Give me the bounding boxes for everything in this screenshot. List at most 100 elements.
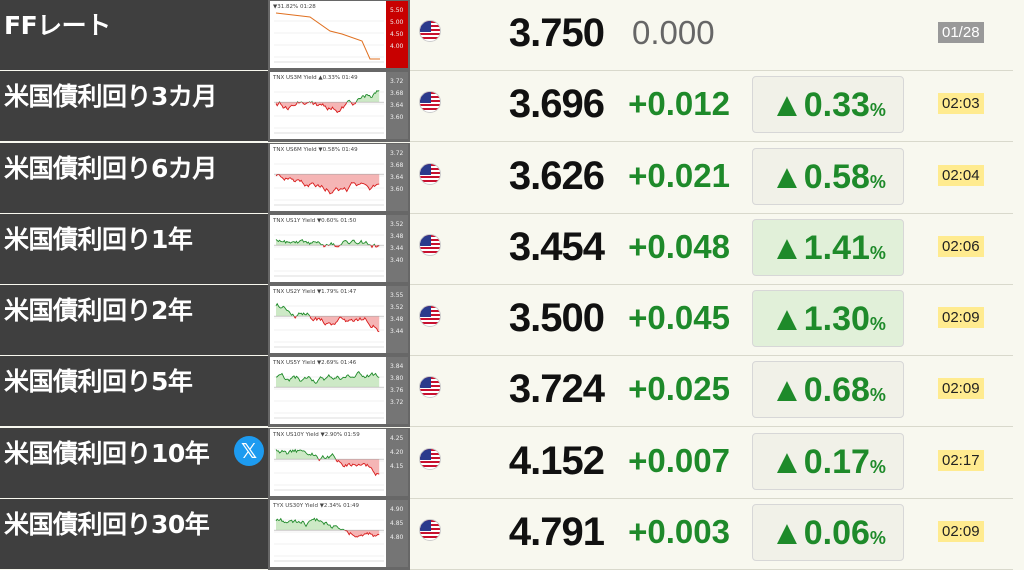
axis-tick: 4.90 bbox=[390, 505, 404, 513]
axis-tick: 3.60 bbox=[390, 185, 404, 193]
quote-data-cell: 3.454 +0.048 ▲1.41% 02:06 bbox=[410, 214, 1013, 285]
axis-tick: 4.15 bbox=[390, 462, 404, 470]
x-logo-icon[interactable]: 𝕏 bbox=[234, 435, 264, 466]
us-flag-icon bbox=[419, 233, 441, 256]
percent-change-box: ▲1.30% bbox=[752, 290, 904, 347]
quote-row[interactable]: 米国債利回り6カ月 TNX US6M Yield ▼0.58% 01:49 3.… bbox=[0, 142, 1024, 214]
percent-change: ▲0.17% bbox=[753, 443, 903, 482]
price-value: 3.626 bbox=[508, 153, 605, 198]
quote-row[interactable]: 米国債利回り1年 TNX US1Y Yield ▼0.60% 01:50 3.5… bbox=[0, 213, 1024, 285]
percent-symbol: % bbox=[869, 314, 886, 334]
percent-symbol: % bbox=[869, 527, 886, 548]
instrument-label-cell[interactable]: 米国債利回り5年 bbox=[0, 356, 268, 428]
chart-axis: 5.50 5.00 4.50 4.00 bbox=[386, 1, 408, 68]
instrument-name[interactable]: 米国債利回り6カ月 bbox=[4, 149, 217, 185]
update-time: 02:17 bbox=[938, 449, 984, 471]
update-time: 02:03 bbox=[938, 93, 984, 115]
instrument-label-cell[interactable]: 米国債利回り3カ月 bbox=[0, 71, 268, 143]
axis-tick: 3.64 bbox=[390, 102, 404, 110]
axis-tick: 4.20 bbox=[390, 448, 404, 456]
instrument-label-cell[interactable]: 米国債利回り6カ月 bbox=[0, 142, 268, 214]
axis-tick: 3.44 bbox=[390, 328, 404, 335]
axis-tick: 3.60 bbox=[390, 114, 404, 122]
chart-title: TYX US30Y Yield ▼2.34% 01:49 bbox=[272, 503, 360, 509]
us-flag-icon bbox=[419, 91, 441, 114]
percent-value: ▲1.41 bbox=[770, 228, 870, 267]
percent-change-box: ▲0.06% bbox=[752, 503, 904, 561]
instrument-label-cell[interactable]: 米国債利回り2年 bbox=[0, 285, 268, 356]
instrument-label-cell[interactable]: 米国債利回り1年 bbox=[0, 213, 268, 285]
percent-symbol: % bbox=[869, 171, 886, 192]
percent-value: ▲0.68 bbox=[770, 371, 870, 410]
sparkline-cell[interactable]: TNX US1Y Yield ▼0.60% 01:50 3.52 3.48 3.44… bbox=[268, 213, 410, 285]
axis-tick: 5.00 bbox=[390, 19, 404, 26]
sparkline-cell[interactable]: ▼31.82% 01:28 5.50 5.00 4.50 4.00 bbox=[268, 0, 410, 71]
sparkline-cell[interactable]: TYX US30Y Yield ▼2.34% 01:49 4.90 4.85 4.8… bbox=[268, 498, 410, 570]
percent-change-box: ▲0.58% bbox=[752, 147, 904, 205]
quote-data-cell: 3.724 +0.025 ▲0.68% 02:09 bbox=[410, 356, 1013, 428]
quote-row[interactable]: 米国債利回り3カ月 TNX US3M Yield ▲0.33% 01:49 3.… bbox=[0, 71, 1024, 143]
percent-symbol: % bbox=[869, 100, 886, 121]
change-value: +0.003 bbox=[628, 512, 730, 550]
axis-tick: 4.00 bbox=[390, 43, 404, 50]
sparkline-cell[interactable]: TNX US2Y Yield ▼1.79% 01:47 3.55 3.52 3.48… bbox=[268, 285, 410, 356]
instrument-name[interactable]: 米国債利回り5年 bbox=[4, 362, 193, 398]
quote-row[interactable]: 米国債利回り10年 𝕏 TNX US10Y Yield ▼2.90% 01:59… bbox=[0, 427, 1024, 499]
axis-tick: 3.72 bbox=[390, 78, 404, 86]
quote-row[interactable]: FFレート ▼31.82% 01:28 5.50 5.00 4.50 4.00 3.7… bbox=[0, 0, 1024, 71]
chart-title: TNX US6M Yield ▼0.58% 01:49 bbox=[272, 147, 358, 153]
us-flag-icon bbox=[419, 518, 441, 541]
instrument-label-cell[interactable]: FFレート bbox=[0, 0, 268, 71]
percent-change: ▲0.06% bbox=[753, 514, 903, 553]
sparkline-chart: TNX US5Y Yield ▼2.69% 01:46 bbox=[270, 357, 386, 425]
sparkline-cell[interactable]: TNX US10Y Yield ▼2.90% 01:59 4.25 4.20 4.1… bbox=[268, 427, 410, 499]
instrument-name[interactable]: FFレート bbox=[4, 6, 111, 42]
percent-change: ▲0.68% bbox=[753, 371, 903, 410]
instrument-name[interactable]: 米国債利回り3カ月 bbox=[4, 77, 217, 113]
quote-row[interactable]: 米国債利回り5年 TNX US5Y Yield ▼2.69% 01:46 3.8… bbox=[0, 356, 1024, 428]
price-value: 3.750 bbox=[508, 11, 605, 55]
axis-tick: 4.80 bbox=[390, 533, 404, 541]
axis-tick: 3.64 bbox=[390, 173, 404, 181]
instrument-label-cell[interactable]: 米国債利回り10年 𝕏 bbox=[0, 427, 268, 499]
change-value: 0.000 bbox=[632, 14, 715, 51]
axis-tick: 3.48 bbox=[390, 316, 404, 323]
chart-title: TNX US5Y Yield ▼2.69% 01:46 bbox=[272, 360, 357, 366]
sparkline-cell[interactable]: TNX US3M Yield ▲0.33% 01:49 3.72 3.68 3.64… bbox=[268, 71, 410, 143]
change-value: +0.025 bbox=[628, 370, 730, 408]
axis-tick: 3.72 bbox=[390, 149, 404, 157]
change-value: +0.007 bbox=[628, 441, 730, 479]
quote-data-cell: 3.500 +0.045 ▲1.30% 02:09 bbox=[410, 285, 1013, 356]
sparkline-chart: TYX US30Y Yield ▼2.34% 01:49 bbox=[270, 499, 386, 567]
us-flag-icon bbox=[419, 305, 441, 327]
change-value: +0.012 bbox=[628, 85, 730, 123]
chart-axis: 3.52 3.48 3.44 3.40 bbox=[386, 214, 408, 282]
change-value: +0.048 bbox=[628, 227, 730, 265]
us-flag-icon bbox=[419, 376, 441, 399]
instrument-name[interactable]: 米国債利回り1年 bbox=[4, 220, 193, 256]
percent-change-box: ▲0.33% bbox=[752, 76, 904, 134]
update-time: 02:09 bbox=[938, 378, 984, 400]
axis-tick: 3.55 bbox=[390, 292, 404, 299]
instrument-name[interactable]: 米国債利回り2年 bbox=[4, 291, 193, 327]
chart-axis: 3.55 3.52 3.48 3.44 bbox=[386, 286, 408, 353]
chart-axis: 4.90 4.85 4.80 bbox=[386, 499, 408, 567]
chart-title: ▼31.82% 01:28 bbox=[273, 4, 316, 10]
sparkline-chart: ▼31.82% 01:28 bbox=[270, 1, 386, 68]
axis-tick: 3.72 bbox=[390, 399, 404, 407]
quote-data-cell: 3.750 0.000 01/28 bbox=[410, 0, 1013, 71]
quote-row[interactable]: 米国債利回り2年 TNX US2Y Yield ▼1.79% 01:47 3.5… bbox=[0, 285, 1024, 356]
percent-change: ▲0.33% bbox=[753, 86, 903, 125]
update-time: 02:06 bbox=[938, 235, 984, 257]
sparkline-cell[interactable]: TNX US6M Yield ▼0.58% 01:49 3.72 3.68 3.64… bbox=[268, 142, 410, 214]
instrument-label-cell[interactable]: 米国債利回り30年 bbox=[0, 498, 268, 570]
quote-row[interactable]: 米国債利回り30年 TYX US30Y Yield ▼2.34% 01:49 4… bbox=[0, 498, 1024, 570]
update-time: 02:09 bbox=[938, 520, 984, 542]
sparkline-cell[interactable]: TNX US5Y Yield ▼2.69% 01:46 3.84 3.80 3.76… bbox=[268, 356, 410, 428]
instrument-name[interactable]: 米国債利回り10年 bbox=[4, 434, 210, 470]
price-value: 3.500 bbox=[508, 296, 605, 340]
sparkline-chart: TNX US3M Yield ▲0.33% 01:49 bbox=[270, 72, 386, 140]
axis-tick: 3.40 bbox=[390, 256, 404, 264]
instrument-name[interactable]: 米国債利回り30年 bbox=[4, 505, 210, 541]
sparkline-chart: TNX US10Y Yield ▼2.90% 01:59 bbox=[270, 428, 386, 496]
